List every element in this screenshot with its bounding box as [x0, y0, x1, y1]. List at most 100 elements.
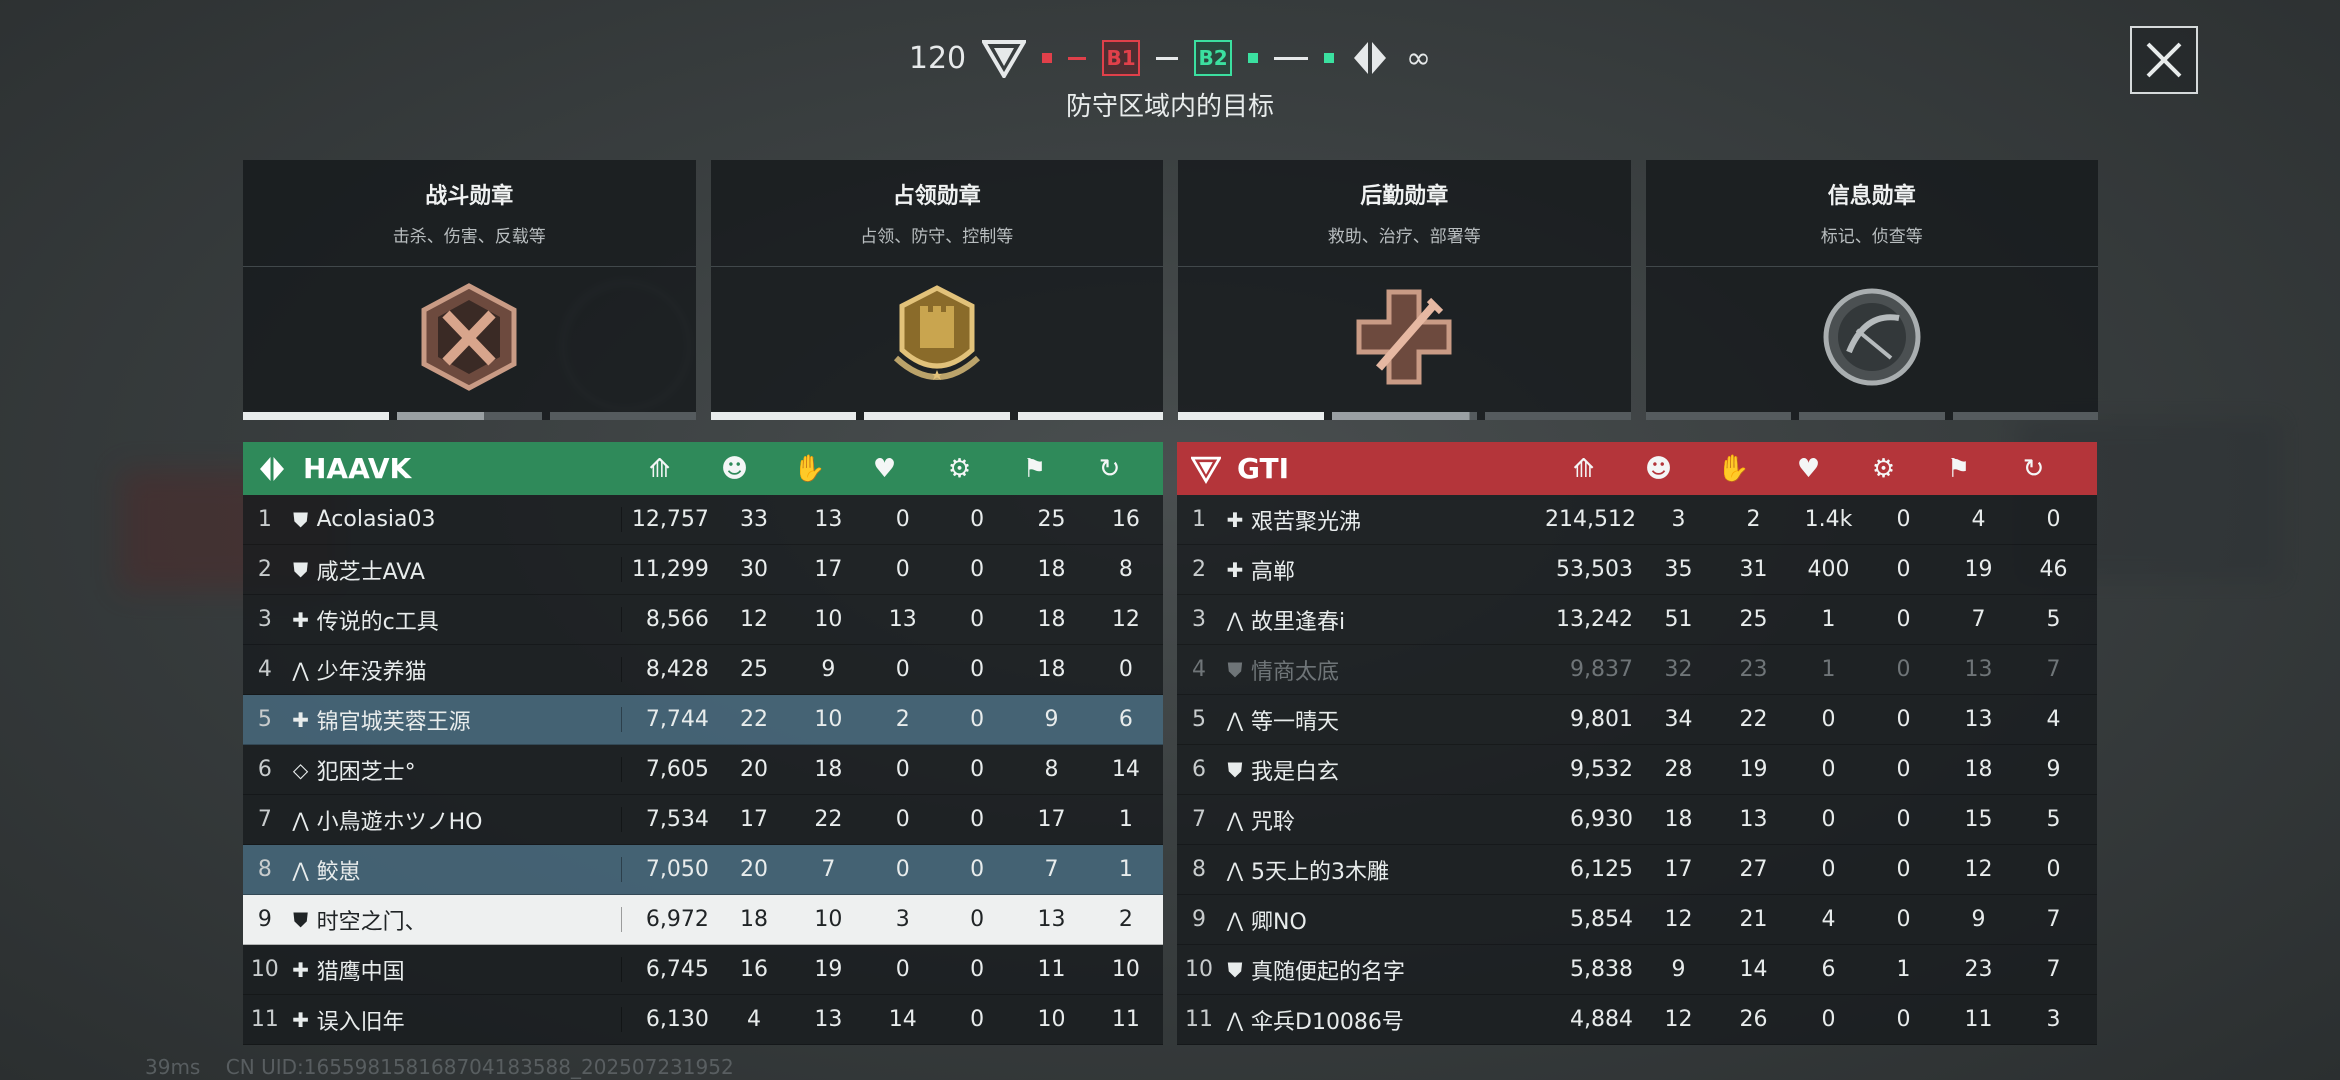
player-name: 锦官城芙蓉王源 [316, 709, 471, 735]
stat-deaths: 6 [1118, 707, 1133, 732]
player-rank: 10 [250, 957, 279, 982]
player-row[interactable]: 6 ◇ 犯困芝士° 7,605 20 18 0 0 8 14 [243, 745, 1163, 795]
timer: 120 [908, 40, 967, 76]
player-row[interactable]: 7 ⋀ 小鳥遊ホツノHO 7,534 17 22 0 0 17 1 [243, 795, 1163, 845]
player-row[interactable]: 9 ⋀ 卿NO 5,854 12 21 4 0 9 7 [1177, 895, 2097, 945]
stat-capture: 10 [1037, 1007, 1066, 1032]
ping: 39ms [145, 1055, 201, 1079]
class-icon: ⋀ [292, 807, 309, 832]
player-row[interactable]: 10 ✚ 猎鹰中国 6,745 16 19 0 0 11 10 [243, 945, 1163, 995]
player-rank: 11 [250, 1007, 279, 1032]
stat-kills: 34 [1664, 707, 1693, 732]
player-row[interactable]: 8 ⋀ 鲛崽 7,050 20 7 0 0 7 1 [243, 845, 1163, 895]
class-icon: ⛊ [1227, 657, 1243, 682]
red-marker-icon [1042, 53, 1053, 63]
player-rank: 11 [1185, 1007, 1213, 1032]
player-name: 我是白玄 [1251, 759, 1340, 785]
stat-vehicle: 0 [970, 557, 985, 582]
class-icon: ✚ [292, 957, 309, 982]
player-name: 高郸 [1251, 559, 1296, 585]
stat-capture: 18 [1037, 607, 1066, 632]
player-rank: 6 [257, 757, 272, 782]
player-row[interactable]: 4 ⋀ 少年没养猫 8,428 25 9 0 0 18 0 [243, 645, 1163, 695]
stat-deaths: 3 [2046, 1007, 2061, 1032]
medal-support[interactable]: 后勤勋章 救助、治疗、部署等 [1178, 160, 1631, 420]
stat-kills: 22 [740, 707, 769, 732]
kills-icon: ☻ [1644, 453, 1673, 484]
stat-vehicle: 0 [1896, 707, 1911, 732]
stat-revives: 6 [1821, 957, 1836, 982]
status-bar: 39ms CN UID:1655981581687041835​88_20250… [145, 1055, 734, 1079]
player-list: 1 ⛊ Acolasia03 12,757 33 13 0 0 25 16 2 ⛊ 咸芝士AVA 11,2… [243, 495, 1163, 1045]
player-rank: 7 [257, 807, 272, 832]
class-icon: ⋀ [1226, 1007, 1244, 1032]
player-row[interactable]: 9 ⛊ 时空之门、 6,972 18 10 3 0 13 2 [243, 895, 1163, 945]
column-headers: ⟰ ☻ ✋ ♥ ⚙ ⚑ ↻ [1546, 454, 2071, 484]
player-row[interactable]: 1 ✚ 艰苦聚光沸 214,512 3 2 1.4k 0 4 0 [1177, 495, 2097, 545]
stat-vehicle: 0 [1896, 557, 1911, 582]
player-rank: 8 [1192, 857, 1206, 882]
green-marker-icon [1324, 53, 1335, 63]
vehicle-icon: ⚙ [1871, 453, 1896, 484]
class-icon: ✚ [292, 607, 309, 632]
stat-assists: 13 [814, 1007, 843, 1032]
stat-revives: 14 [888, 1007, 917, 1032]
player-rank: 3 [1192, 607, 1206, 632]
player-row[interactable]: 5 ✚ 锦官城芙蓉王源 7,744 22 10 2 0 9 6 [243, 695, 1163, 745]
stat-assists: 23 [1739, 657, 1768, 682]
player-rank: 6 [1192, 757, 1206, 782]
stat-deaths: 1 [1118, 857, 1133, 882]
score-icon: ⟰ [648, 453, 671, 484]
stat-deaths: 16 [1111, 507, 1140, 532]
stat-score: 12,757 [620, 507, 717, 532]
deaths-icon: ↻ [2022, 453, 2045, 484]
stat-kills: 9 [1671, 957, 1686, 982]
stat-assists: 7 [821, 857, 836, 882]
team-scoreboard-left: HAAVK ⟰ ☻ ✋ ♥ ⚙ ⚑ ↻ 1 ⛊ Acolasia03 12,757 33… [243, 442, 1163, 1045]
class-icon: ✚ [292, 1007, 309, 1032]
stat-score: 6,130 [620, 1007, 717, 1032]
stat-capture: 25 [1037, 507, 1066, 532]
player-row[interactable]: 11 ✚ 误入旧年 6,130 4 13 14 0 10 11 [243, 995, 1163, 1045]
player-row[interactable]: 2 ⛊ 咸芝士AVA 11,299 30 17 0 0 18 8 [243, 545, 1163, 595]
player-row[interactable]: 1 ⛊ Acolasia03 12,757 33 13 0 0 25 16 [243, 495, 1163, 545]
stat-assists: 13 [1739, 807, 1768, 832]
stat-capture: 23 [1964, 957, 1993, 982]
stat-kills: 3 [1671, 507, 1686, 532]
player-row[interactable]: 5 ⋀ 等一晴天 9,801 34 22 0 0 13 4 [1177, 695, 2097, 745]
stat-kills: 30 [740, 557, 769, 582]
player-row[interactable]: 8 ⋀ 5天上的3木雕 6,125 17 27 0 0 12 0 [1177, 845, 2097, 895]
player-row[interactable]: 3 ✚ 传说的c工具 8,566 12 10 13 0 18 12 [243, 595, 1163, 645]
player-row[interactable]: 2 ✚ 高郸 53,503 35 31 400 0 19 46 [1177, 545, 2097, 595]
stat-deaths: 12 [1111, 607, 1140, 632]
close-button[interactable] [2130, 26, 2198, 94]
stat-revives: 400 [1807, 557, 1850, 582]
stat-capture: 7 [1044, 857, 1059, 882]
stat-assists: 27 [1739, 857, 1768, 882]
medal-progress [1645, 412, 2098, 420]
medal-recon[interactable]: 信息勋章 标记、侦查等 [1645, 160, 2098, 420]
stat-capture: 9 [1971, 907, 1986, 932]
recon-medal-icon [1823, 288, 1921, 386]
player-row[interactable]: 11 ⋀ 伞兵D10086号 4,884 12 26 0 0 11 3 [1177, 995, 2097, 1045]
class-icon: ⋀ [1226, 907, 1244, 932]
stat-revives: 0 [1821, 707, 1836, 732]
stat-score: 7,534 [620, 807, 717, 832]
player-row[interactable]: 10 ⛊ 真随便起的名字 5,838 9 14 6 1 23 7 [1177, 945, 2097, 995]
player-rank: 10 [1185, 957, 1213, 982]
player-rank: 4 [1192, 657, 1206, 682]
class-icon: ⋀ [1226, 857, 1244, 882]
medal-capture[interactable]: 占领勋章 占领、防守、控制等 [710, 160, 1163, 420]
stat-capture: 13 [1037, 907, 1066, 932]
stat-revives: 1 [1821, 657, 1836, 682]
stat-score: 13,242 [1556, 607, 1633, 632]
stat-kills: 18 [740, 907, 769, 932]
player-row[interactable]: 7 ⋀ 咒聆 6,930 18 13 0 0 15 5 [1177, 795, 2097, 845]
player-row[interactable]: 3 ⋀ 故里逢春i 13,242 51 25 1 0 7 5 [1177, 595, 2097, 645]
medal-combat[interactable]: 战斗勋章 击杀、伤害、反载等 [243, 160, 696, 420]
stat-score: 6,972 [620, 907, 717, 932]
tickets-infinite: ∞ [1406, 40, 1432, 76]
player-row[interactable]: 6 ⛊ 我是白玄 9,532 28 19 0 0 18 9 [1177, 745, 2097, 795]
player-row[interactable]: 4 ⛊ 情商太底 9,837 32 23 1 0 13 7 [1177, 645, 2097, 695]
medal-title: 占领勋章 [892, 184, 981, 209]
